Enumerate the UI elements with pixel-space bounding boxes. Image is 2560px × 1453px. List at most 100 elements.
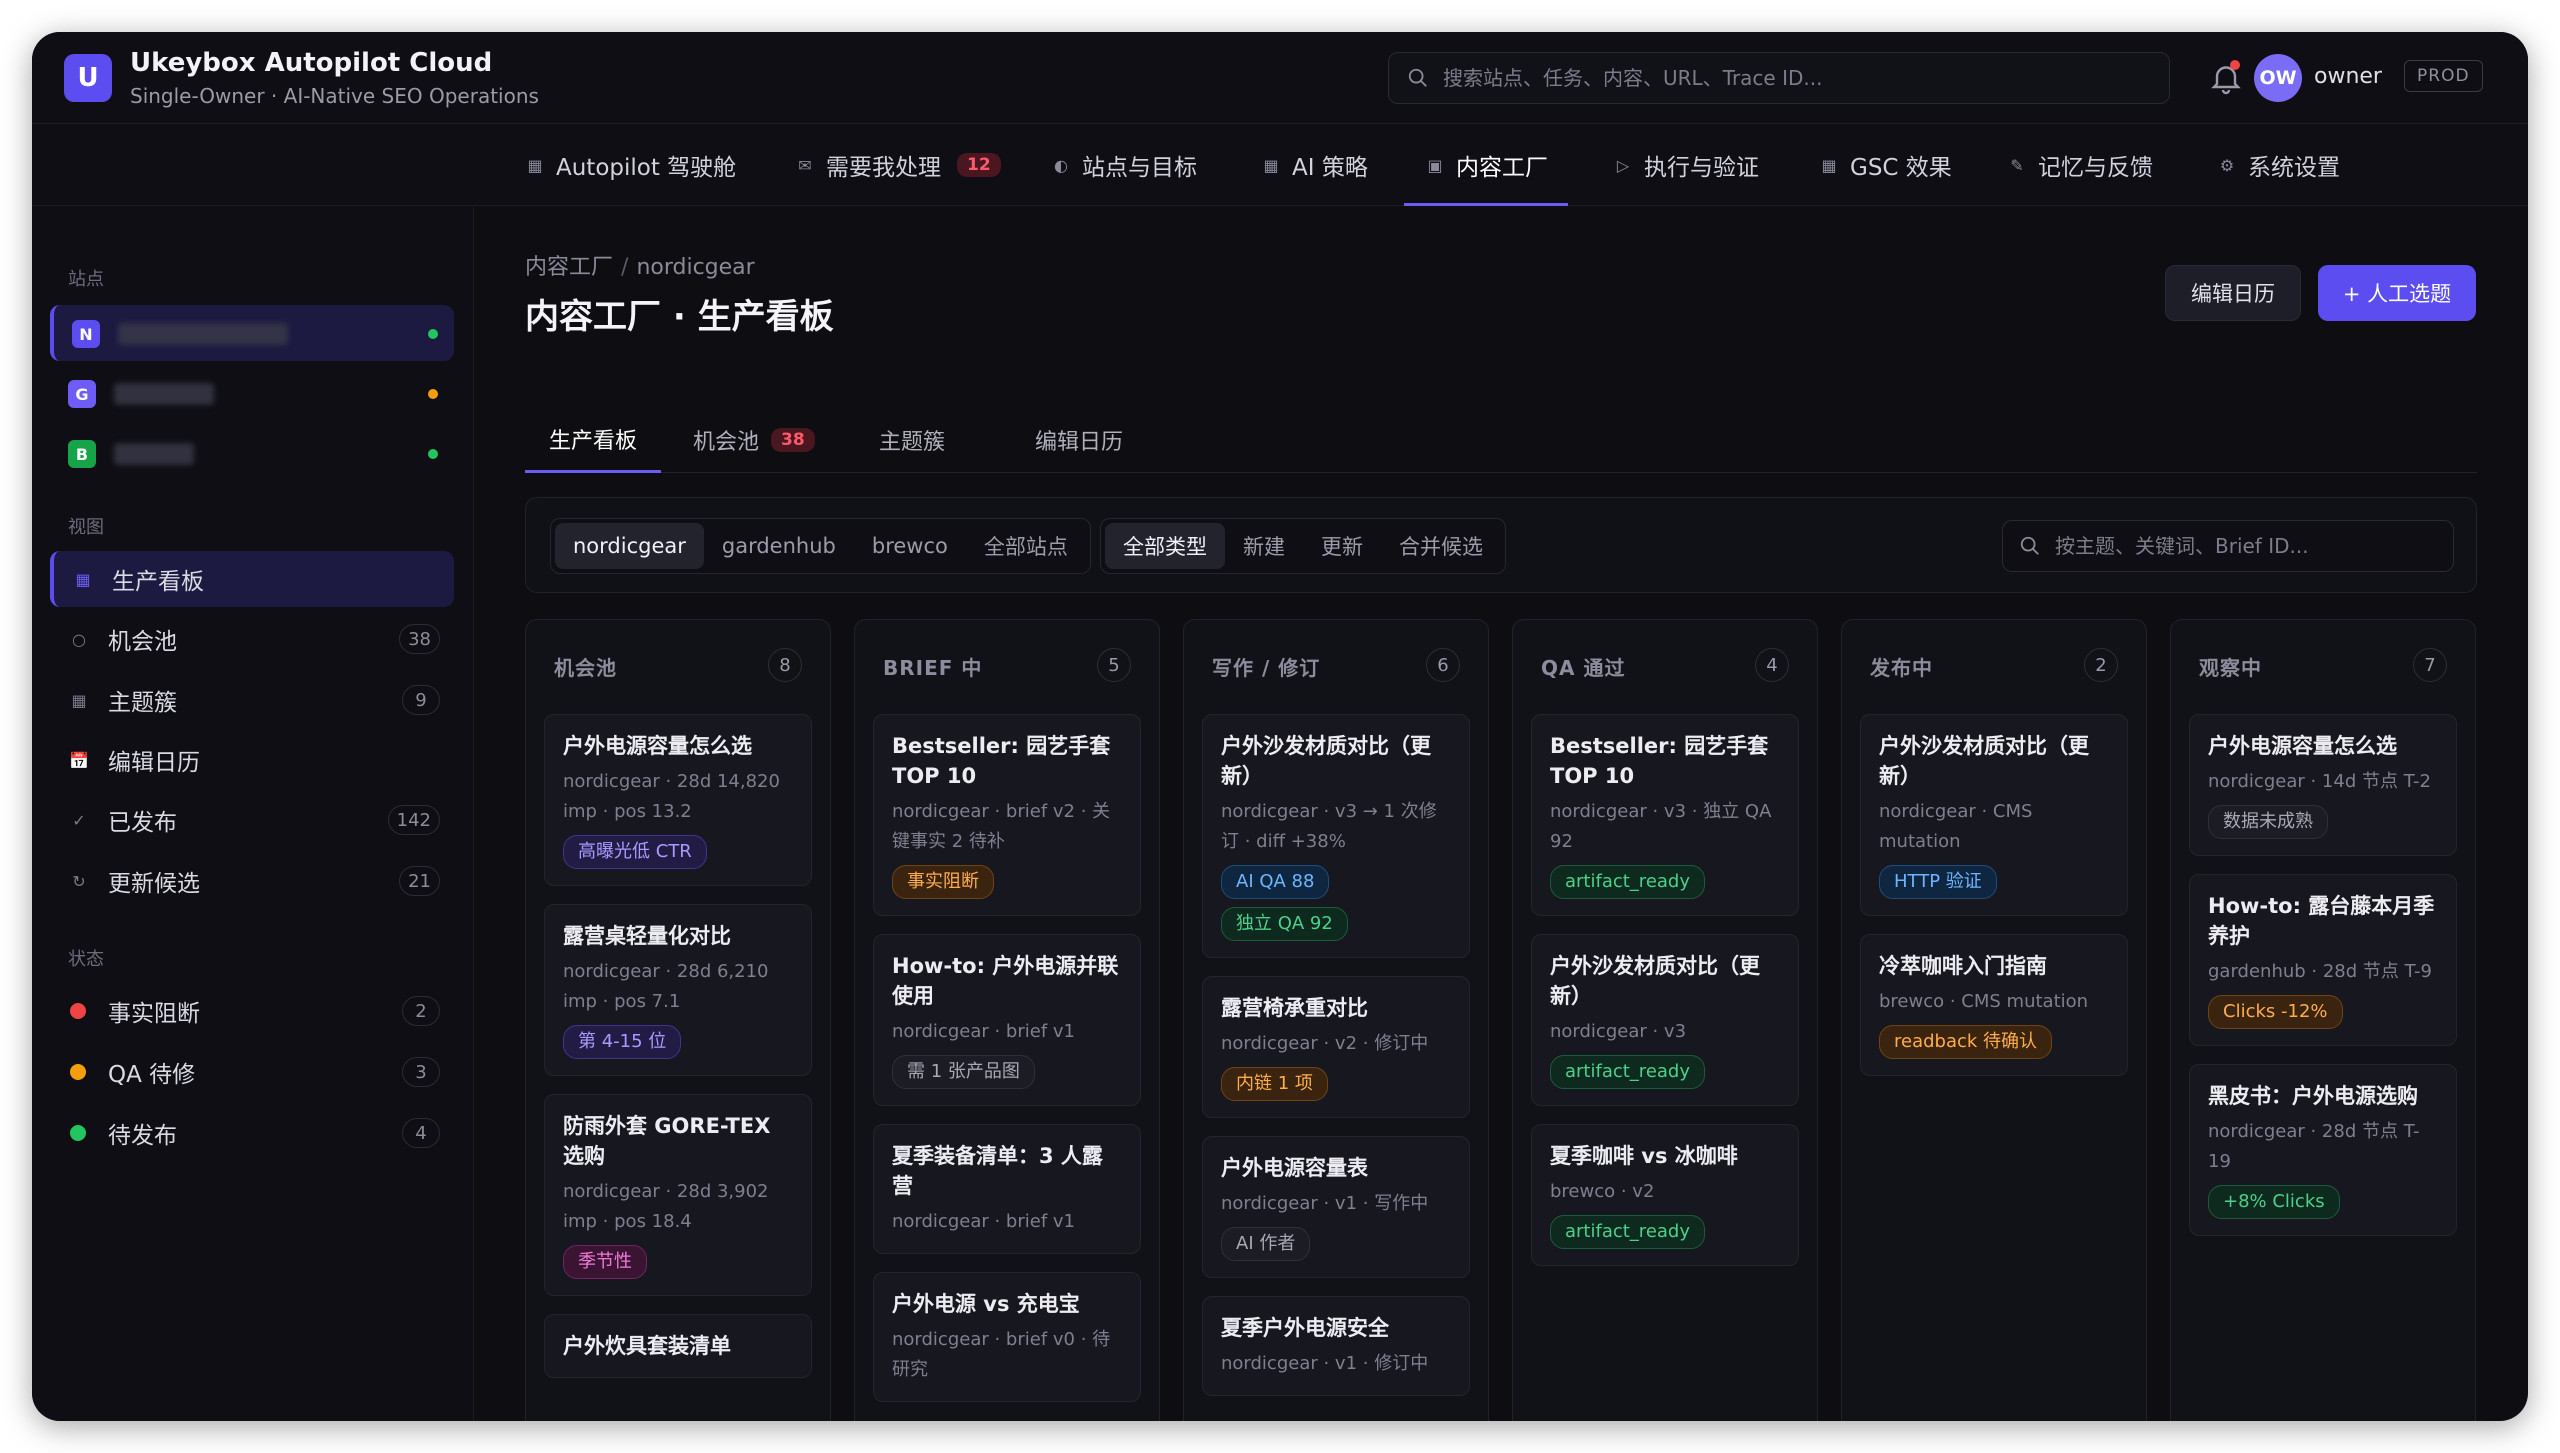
notification-dot xyxy=(2230,60,2240,70)
card-title: 防雨外套 GORE-TEX 选购 xyxy=(563,1114,771,1168)
tab-label: 编辑日历 xyxy=(1035,430,1124,455)
status-section-label: 状态 xyxy=(68,949,104,970)
card-tags: AI QA 88 独立 QA 92 xyxy=(1221,857,1451,941)
sidebar-item-calendar[interactable]: 📅 编辑日历 xyxy=(50,732,454,788)
user-name[interactable]: owner xyxy=(2314,64,2382,89)
tab-board[interactable]: 生产看板 xyxy=(525,407,662,473)
content-card[interactable]: 夏季咖啡 vs 冰咖啡 brewco · v2 artifact_ready xyxy=(1531,1124,1799,1266)
content-card[interactable]: How-to: 露台藤本月季养护 gardenhub · 28d 节点 T-9 Cl… xyxy=(2189,874,2457,1046)
sidebar-item-update-candidates[interactable]: ↻ 更新候选 21 xyxy=(50,853,454,909)
card-tags: artifact_ready xyxy=(1550,1207,1780,1249)
card-meta: nordicgear · v3 → 1 次修订 · diff +38% xyxy=(1221,801,1437,852)
site-badge: B xyxy=(68,440,96,468)
content-card[interactable]: 夏季户外电源安全 nordicgear · v1 · 修订中 xyxy=(1202,1296,1470,1396)
status-badge: 季节性 xyxy=(563,1245,647,1279)
card-meta: nordicgear · v3 xyxy=(1550,1021,1687,1042)
nav-label: 站点与目标 xyxy=(1082,155,1197,181)
nav-content-factory[interactable]: ▣ 内容工厂 xyxy=(1404,124,1568,206)
tab-label: 主题簇 xyxy=(879,430,946,455)
type-filter-option[interactable]: 新建 xyxy=(1225,523,1303,569)
nav-autopilot[interactable]: ▦ Autopilot 驾驶舱 xyxy=(524,124,736,206)
type-filter-option[interactable]: 全部类型 xyxy=(1105,523,1225,569)
status-badge: artifact_ready xyxy=(1550,1215,1705,1249)
sidebar-item-opportunities[interactable]: ○ 机会池 38 xyxy=(50,611,454,667)
site-filter-option[interactable]: 全部站点 xyxy=(966,523,1086,569)
card-tags: 季节性 xyxy=(563,1237,793,1279)
sidebar-item-board[interactable]: ▦ 生产看板 xyxy=(50,551,454,607)
tab-clusters[interactable]: 主题簇 xyxy=(855,407,969,473)
tab-calendar[interactable]: 编辑日历 xyxy=(1011,407,1147,473)
type-filter-option[interactable]: 合并候选 xyxy=(1381,523,1501,569)
app-subtitle: Single-Owner · AI-Native SEO Operations xyxy=(130,84,539,108)
status-badge: AI QA 88 xyxy=(1221,865,1330,899)
board-search-input[interactable] xyxy=(2055,521,2445,571)
kanban-column: 观察中 7 户外电源容量怎么选 nordicgear · 14d 节点 T-2 数据未成… xyxy=(2170,619,2476,1421)
sidebar-site-g[interactable]: G xyxy=(50,365,454,421)
content-card[interactable]: Bestseller: 园艺手套 TOP 10 nordicgear · brie… xyxy=(873,714,1141,916)
content-card[interactable]: 夏季装备清单：3 人露营 nordicgear · brief v1 xyxy=(873,1124,1141,1254)
type-filter-option[interactable]: 更新 xyxy=(1303,523,1381,569)
site-filter-option[interactable]: brewco xyxy=(854,523,966,569)
status-badge: artifact_ready xyxy=(1550,1055,1705,1089)
nav-execution[interactable]: ▷ 执行与验证 xyxy=(1612,124,1759,206)
sidebar-status-to-publish[interactable]: 待发布 4 xyxy=(50,1105,454,1161)
app-logo: U xyxy=(64,54,112,102)
add-topic-button[interactable]: + 人工选题 xyxy=(2318,265,2476,321)
content-card[interactable]: 户外电源容量怎么选 nordicgear · 28d 14,820 imp · p… xyxy=(544,714,812,886)
sidebar-item-clusters[interactable]: ▦ 主题簇 9 xyxy=(50,672,454,728)
content-card[interactable]: 户外电源 vs 充电宝 nordicgear · brief v0 · 待研究 xyxy=(873,1272,1141,1402)
content-card[interactable]: 露营椅承重对比 nordicgear · v2 · 修订中 内链 1 项 xyxy=(1202,976,1470,1118)
board-search[interactable] xyxy=(2002,520,2454,572)
sidebar-site-n[interactable]: N xyxy=(50,305,454,361)
content-card[interactable]: 户外沙发材质对比（更新） nordicgear · CMS mutation HTT… xyxy=(1860,714,2128,916)
grid-icon: ▦ xyxy=(527,155,543,175)
card-meta: brewco · CMS mutation xyxy=(1879,991,2089,1012)
site-status-dot xyxy=(428,329,438,339)
nav-sites-goals[interactable]: ◐ 站点与目标 xyxy=(1050,124,1197,206)
sidebar-site-b[interactable]: B xyxy=(50,425,454,481)
nav-memory[interactable]: ✎ 记忆与反馈 xyxy=(2006,124,2153,206)
nav-label: Autopilot 驾驶舱 xyxy=(556,155,737,181)
content-card[interactable]: Bestseller: 园艺手套 TOP 10 nordicgear · v3 ·… xyxy=(1531,714,1799,916)
column-title: QA 通过 xyxy=(1541,656,1626,680)
content-card[interactable]: 防雨外套 GORE-TEX 选购 nordicgear · 28d 3,902 i… xyxy=(544,1094,812,1296)
content-card[interactable]: 户外沙发材质对比（更新） nordicgear · v3 → 1 次修订 · di… xyxy=(1202,714,1470,958)
card-title: 夏季装备清单：3 人露营 xyxy=(892,1144,1103,1198)
content-card[interactable]: 户外炊具套装清单 xyxy=(544,1314,812,1378)
edit-calendar-button[interactable]: 编辑日历 xyxy=(2165,265,2301,321)
content-card[interactable]: 户外电源容量怎么选 nordicgear · 14d 节点 T-2 数据未成熟 xyxy=(2189,714,2457,856)
column-title: 发布中 xyxy=(1870,656,1933,680)
content-card[interactable]: 户外沙发材质对比（更新） nordicgear · v3 artifact_read… xyxy=(1531,934,1799,1106)
sites-section-label: 站点 xyxy=(68,269,104,290)
card-title: 户外沙发材质对比（更新） xyxy=(1550,954,1760,1008)
nav-gsc[interactable]: ▦ GSC 效果 xyxy=(1818,124,1951,206)
nav-my-tasks[interactable]: ✉ 需要我处理 12 xyxy=(794,124,1001,206)
content-card[interactable]: 冷萃咖啡入门指南 brewco · CMS mutation readback 待确… xyxy=(1860,934,2128,1076)
content-card[interactable]: 户外电源容量表 nordicgear · v1 · 写作中 AI 作者 xyxy=(1202,1136,1470,1278)
avatar[interactable]: OW xyxy=(2254,54,2302,102)
site-filter-option[interactable]: nordicgear xyxy=(555,523,704,569)
site-filter-option[interactable]: gardenhub xyxy=(704,523,854,569)
card-tags: 内链 1 项 xyxy=(1221,1059,1451,1101)
column-count: 4 xyxy=(1755,648,1789,682)
status-badge: 需 1 张产品图 xyxy=(892,1055,1035,1089)
sidebar-status-fact-blocked[interactable]: 事实阻断 2 xyxy=(50,983,454,1039)
cluster-icon: ▦ xyxy=(71,690,87,710)
content-card[interactable]: 黑皮书：户外电源选购 nordicgear · 28d 节点 T-19 +8% Cl… xyxy=(2189,1064,2457,1236)
breadcrumb-item[interactable]: 内容工厂 xyxy=(525,255,613,280)
nav-settings[interactable]: ⚙ 系统设置 xyxy=(2216,124,2340,206)
circle-icon: ○ xyxy=(72,629,86,649)
global-search[interactable] xyxy=(1388,52,2170,104)
sidebar-item-published[interactable]: ✓ 已发布 142 xyxy=(50,792,454,848)
target-icon: ◐ xyxy=(1054,155,1068,175)
content-card[interactable]: How-to: 户外电源并联使用 nordicgear · brief v1 需 1… xyxy=(873,934,1141,1106)
play-icon: ▷ xyxy=(1616,155,1630,175)
content-card[interactable]: 露营桌轻量化对比 nordicgear · 28d 6,210 imp · pos… xyxy=(544,904,812,1076)
sidebar-status-qa-fix[interactable]: QA 待修 3 xyxy=(50,1044,454,1100)
status-badge: 事实阻断 xyxy=(892,865,994,899)
tab-opportunities[interactable]: 机会池 38 xyxy=(669,407,839,473)
sidebar-item-count: 21 xyxy=(399,866,440,896)
nav-ai-strategy[interactable]: ▦ AI 策略 xyxy=(1260,124,1367,206)
card-tags: 第 4-15 位 xyxy=(563,1017,793,1059)
global-search-input[interactable] xyxy=(1443,53,2143,103)
